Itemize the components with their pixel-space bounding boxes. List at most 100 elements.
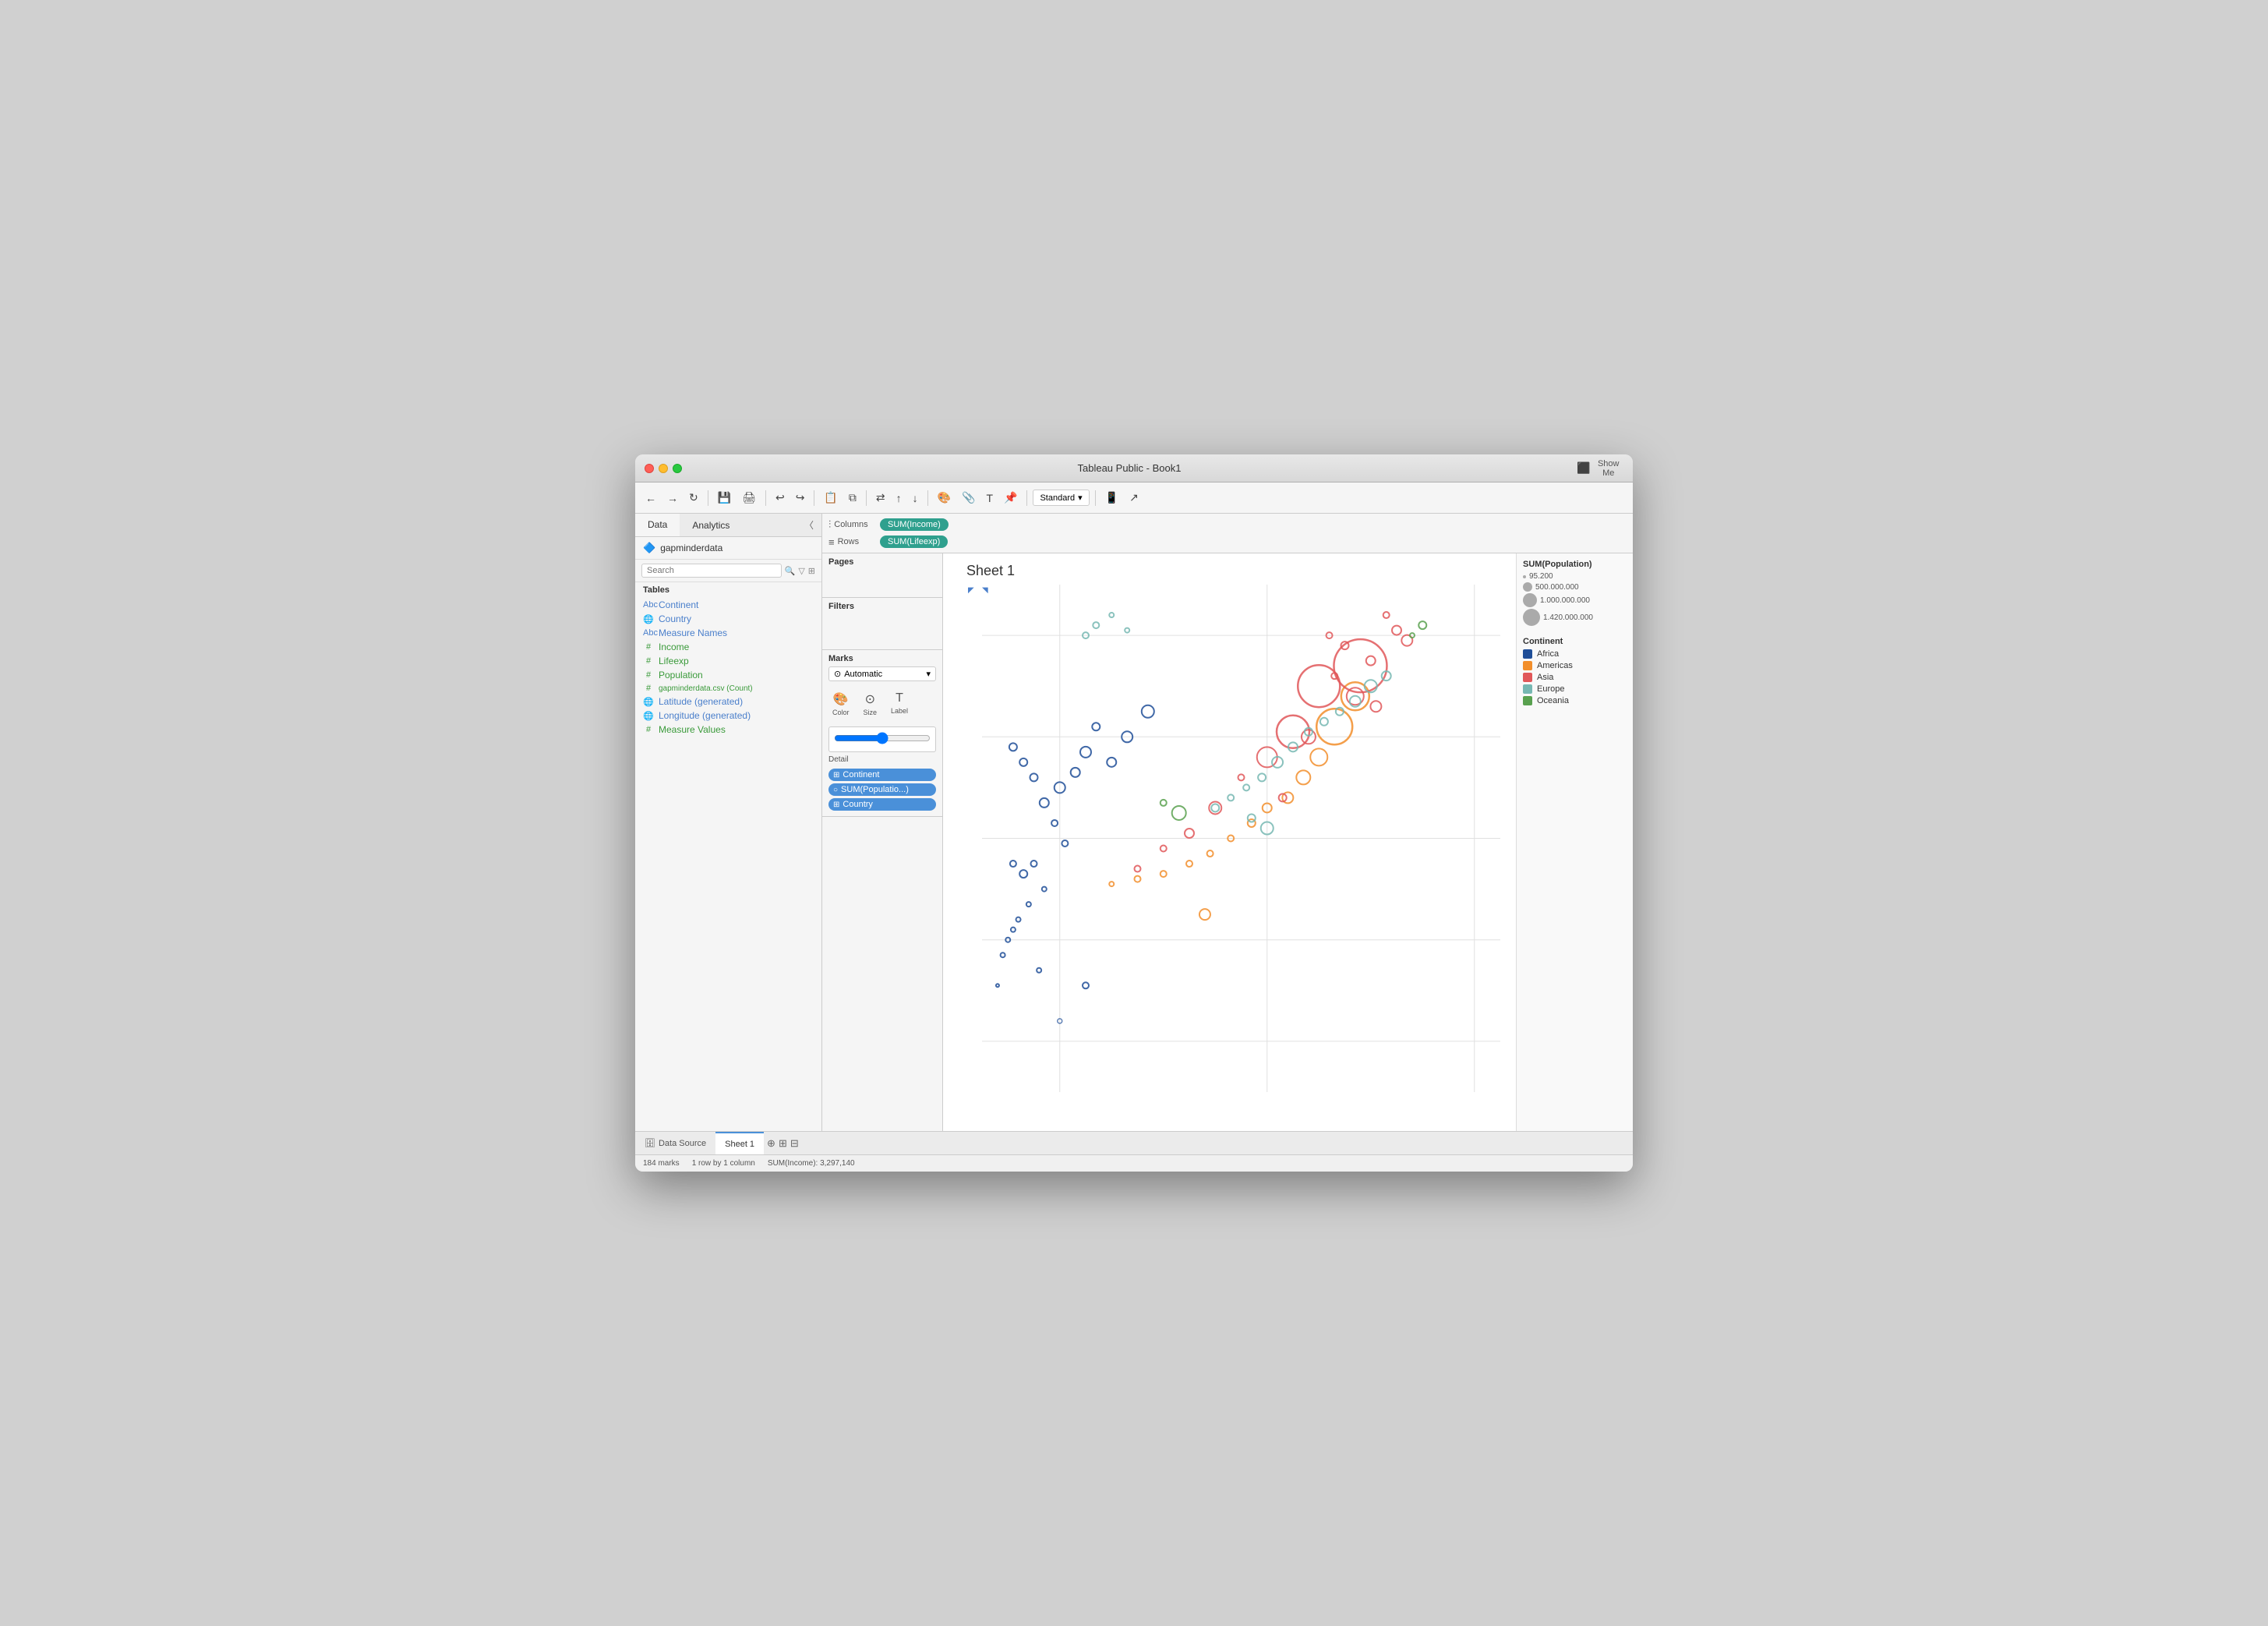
field-continent[interactable]: Abc Continent [635, 598, 821, 612]
legend-item-americas: Americas [1523, 661, 1627, 670]
field-icon-population: # [643, 670, 654, 680]
marks-pill-continent[interactable]: ⊞ Continent [828, 769, 936, 781]
minimize-button[interactable] [659, 464, 668, 473]
legend-label-oceania: Oceania [1537, 696, 1569, 705]
label-label: Label [891, 707, 908, 715]
field-measure-values[interactable]: # Measure Values [635, 723, 821, 737]
sheet1-tab[interactable]: Sheet 1 [715, 1132, 764, 1154]
marks-pill-country-icon: ⊞ [833, 801, 839, 809]
filter-icon[interactable]: ▽ [798, 566, 804, 576]
legend-item-europe: Europe [1523, 684, 1627, 694]
close-button[interactable] [645, 464, 654, 473]
panel-close-button[interactable]: 〈 [797, 514, 821, 536]
grid-icon[interactable]: ⊞ [808, 566, 815, 576]
search-input[interactable] [641, 564, 782, 578]
rows-pill[interactable]: SUM(Lifeexp) [880, 536, 948, 548]
new-sheet-button[interactable]: 📋 [820, 489, 841, 507]
tab-analytics[interactable]: Analytics [680, 514, 742, 536]
pages-content [828, 570, 936, 593]
size-slider[interactable] [834, 732, 931, 744]
field-population[interactable]: # Population [635, 668, 821, 682]
separator-2 [765, 490, 766, 506]
undo-button[interactable]: ↩ [772, 489, 789, 507]
legend-item-asia: Asia [1523, 673, 1627, 682]
legend-size-val-2: 500.000.000 [1535, 583, 1579, 592]
pin-button[interactable]: 📌 [1000, 489, 1021, 507]
field-latitude[interactable]: 🌐 Latitude (generated) [635, 695, 821, 709]
back-button[interactable]: ← [641, 490, 660, 507]
field-count[interactable]: # gapminderdata.csv (Count) [635, 682, 821, 695]
refresh-button[interactable]: ↻ [685, 489, 702, 507]
marks-pill-population[interactable]: ○ SUM(Populatio...) [828, 783, 936, 796]
color-label: Color [832, 709, 850, 716]
legend-circle-2 [1523, 582, 1532, 592]
legend-label-europe: Europe [1537, 684, 1564, 694]
legend-size-val-1: 95.200 [1529, 572, 1553, 581]
save-button[interactable]: 💾 [714, 489, 735, 507]
field-country[interactable]: 🌐 Country [635, 612, 821, 626]
filters-content [828, 614, 936, 645]
sort-desc-button[interactable]: ↓ [909, 490, 922, 507]
bottom-bar: 🗄 Data Source Sheet 1 ⊕ ⊞ ⊟ [635, 1131, 1633, 1154]
marks-type-dropdown[interactable]: ⊙ Automatic ▾ [828, 666, 936, 681]
label-mark-button[interactable]: T Label [887, 688, 912, 720]
detail-label: Detail [828, 755, 936, 764]
main-layout: Data Analytics 〈 🔷 gapminderdata 🔍 ▽ ⊞ T… [635, 514, 1633, 1131]
redo-button[interactable]: ↪ [792, 489, 809, 507]
show-me-button[interactable]: ⬛ Show Me [1577, 459, 1623, 478]
legend-circle-3 [1523, 593, 1537, 607]
field-name-continent: Continent [659, 599, 698, 610]
legend-label-americas: Americas [1537, 661, 1573, 670]
size-mark-button[interactable]: ⊙ Size [860, 688, 881, 720]
sum-income: SUM(Income): 3,297,140 [768, 1159, 855, 1168]
swap-button[interactable]: ⇄ [872, 489, 889, 507]
pages-title: Pages [828, 557, 936, 567]
panel-tabs: Data Analytics 〈 [635, 514, 821, 537]
data-source-icon: 🗄 [645, 1138, 655, 1148]
field-income[interactable]: # Income [635, 640, 821, 654]
maximize-button[interactable] [673, 464, 682, 473]
clip-button[interactable]: 📎 [958, 489, 979, 507]
share-button[interactable]: ↗ [1125, 489, 1143, 507]
color-legend: Continent Africa Americas [1523, 637, 1627, 708]
field-measure-names[interactable]: Abc Measure Names [635, 626, 821, 640]
standard-dropdown[interactable]: Standard ▾ [1033, 490, 1089, 506]
color-icon: 🎨 [833, 691, 849, 707]
color-button[interactable]: 🎨 [934, 489, 955, 507]
text-button[interactable]: T [982, 490, 997, 507]
field-longitude[interactable]: 🌐 Longitude (generated) [635, 709, 821, 723]
status-bar: 184 marks 1 row by 1 column SUM(Income):… [635, 1154, 1633, 1172]
legend-circle-4 [1523, 609, 1540, 626]
filters-title: Filters [828, 602, 936, 611]
legend-label-africa: Africa [1537, 649, 1559, 659]
new-story-icon[interactable]: ⊟ [790, 1137, 799, 1150]
field-name-measure-names: Measure Names [659, 627, 727, 638]
tab-data[interactable]: Data [635, 514, 680, 536]
new-sheet-icon[interactable]: ⊕ [767, 1137, 775, 1150]
marks-pill-population-icon: ○ [833, 786, 838, 794]
size-icon: ⊙ [865, 691, 875, 707]
field-lifeexp[interactable]: # Lifeexp [635, 654, 821, 668]
sheet-title: Sheet 1 [966, 563, 1015, 579]
resize-handle-tl[interactable]: ◤ [968, 586, 974, 595]
rows-icon: ≡ [828, 536, 835, 548]
separator-6 [1026, 490, 1027, 506]
mid-layout: Pages Filters Marks ⊙ Automati [822, 553, 1633, 1131]
forward-button[interactable]: → [663, 490, 682, 507]
field-icon-income: # [643, 642, 654, 652]
color-mark-button[interactable]: 🎨 Color [828, 688, 853, 720]
field-icon-country: 🌐 [643, 614, 654, 624]
tables-header: Tables [635, 582, 821, 598]
duplicate-button[interactable]: ⧉ [845, 489, 860, 507]
datasource-row: 🔷 gapminderdata [635, 537, 821, 560]
columns-pill[interactable]: SUM(Income) [880, 518, 949, 531]
show-me-icon: ⬛ [1577, 461, 1590, 475]
new-dashboard-icon[interactable]: ⊞ [779, 1137, 787, 1150]
sort-asc-button[interactable]: ↑ [892, 490, 906, 507]
data-source-tab[interactable]: 🗄 Data Source [635, 1132, 715, 1154]
field-icon-measure-values: # [643, 725, 654, 734]
columns-icon: ⫶ [828, 518, 831, 531]
print-button[interactable]: 🖨 [738, 489, 760, 507]
marks-pill-country[interactable]: ⊞ Country [828, 798, 936, 811]
device-button[interactable]: 📱 [1101, 489, 1122, 507]
